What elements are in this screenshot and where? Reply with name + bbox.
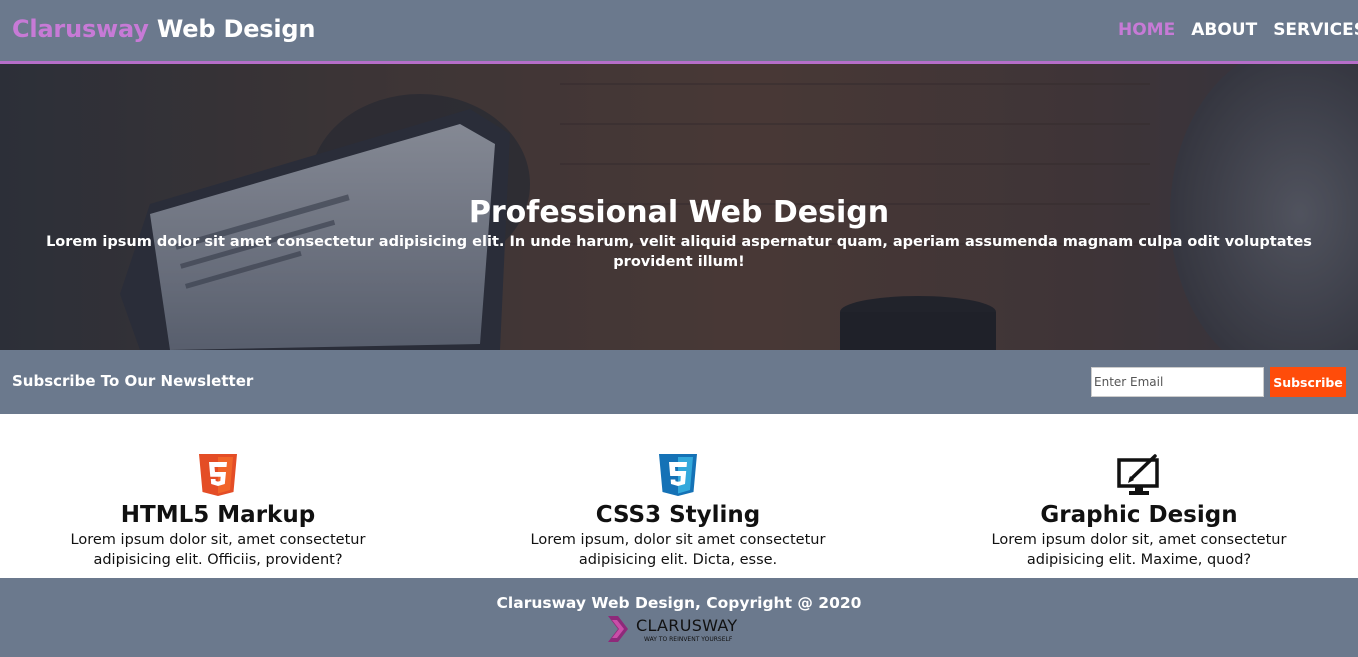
logo-rest-text: Web Design xyxy=(148,15,316,43)
feature-title: Graphic Design xyxy=(1040,502,1238,528)
feature-text: Lorem ipsum dolor sit, amet consectetur … xyxy=(991,532,1287,568)
feature-text: Lorem ipsum dolor sit, amet consectetur … xyxy=(70,532,366,568)
hero-section: Professional Web Design Lorem ipsum dolo… xyxy=(0,64,1358,350)
feature-graphic-design: Graphic Design Lorem ipsum dolor sit, am… xyxy=(939,454,1339,570)
clarusway-logo: CLARUSWAY WAY TO REINVENT YOURSELF xyxy=(606,614,756,646)
css3-icon xyxy=(659,454,697,496)
newsletter-bar: Subscribe To Our Newsletter Subscribe xyxy=(0,350,1358,414)
footer-copyright: Clarusway Web Design, Copyright @ 2020 xyxy=(496,594,862,612)
feature-text: Lorem ipsum, dolor sit amet consectetur … xyxy=(530,532,826,568)
feature-html5: HTML5 Markup Lorem ipsum dolor sit, amet… xyxy=(18,454,418,570)
feature-title: CSS3 Styling xyxy=(595,502,761,528)
nav-link-services[interactable]: SERVICES xyxy=(1273,20,1358,40)
html5-icon xyxy=(199,454,237,496)
nav-link-home[interactable]: HOME xyxy=(1118,20,1175,40)
footer-logo-tagline: WAY TO REINVENT YOURSELF xyxy=(644,636,733,643)
site-header: Clarusway Web Design HOME ABOUT SERVICES xyxy=(0,0,1358,64)
feature-title: HTML5 Markup xyxy=(120,502,316,528)
footer-logo-name: CLARUSWAY xyxy=(636,616,738,635)
site-footer: Clarusway Web Design, Copyright @ 2020 C… xyxy=(0,578,1358,657)
features-section: HTML5 Markup Lorem ipsum dolor sit, amet… xyxy=(0,414,1358,578)
feature-css3: CSS3 Styling Lorem ipsum, dolor sit amet… xyxy=(478,454,878,570)
main-nav: HOME ABOUT SERVICES xyxy=(1118,20,1358,40)
newsletter-label: Subscribe To Our Newsletter xyxy=(12,372,254,390)
hero-title: Professional Web Design xyxy=(468,195,890,230)
subscribe-button[interactable]: Subscribe xyxy=(1270,367,1346,397)
graphic-design-icon xyxy=(1117,454,1159,495)
hero-text: Lorem ipsum dolor sit amet consectetur a… xyxy=(46,234,1312,270)
clarusway-chevron-icon xyxy=(608,616,628,642)
logo-brand-text: Clarusway xyxy=(12,15,149,43)
site-logo[interactable]: Clarusway Web Design xyxy=(12,15,315,43)
nav-link-about[interactable]: ABOUT xyxy=(1191,20,1257,40)
email-input[interactable] xyxy=(1091,367,1264,397)
